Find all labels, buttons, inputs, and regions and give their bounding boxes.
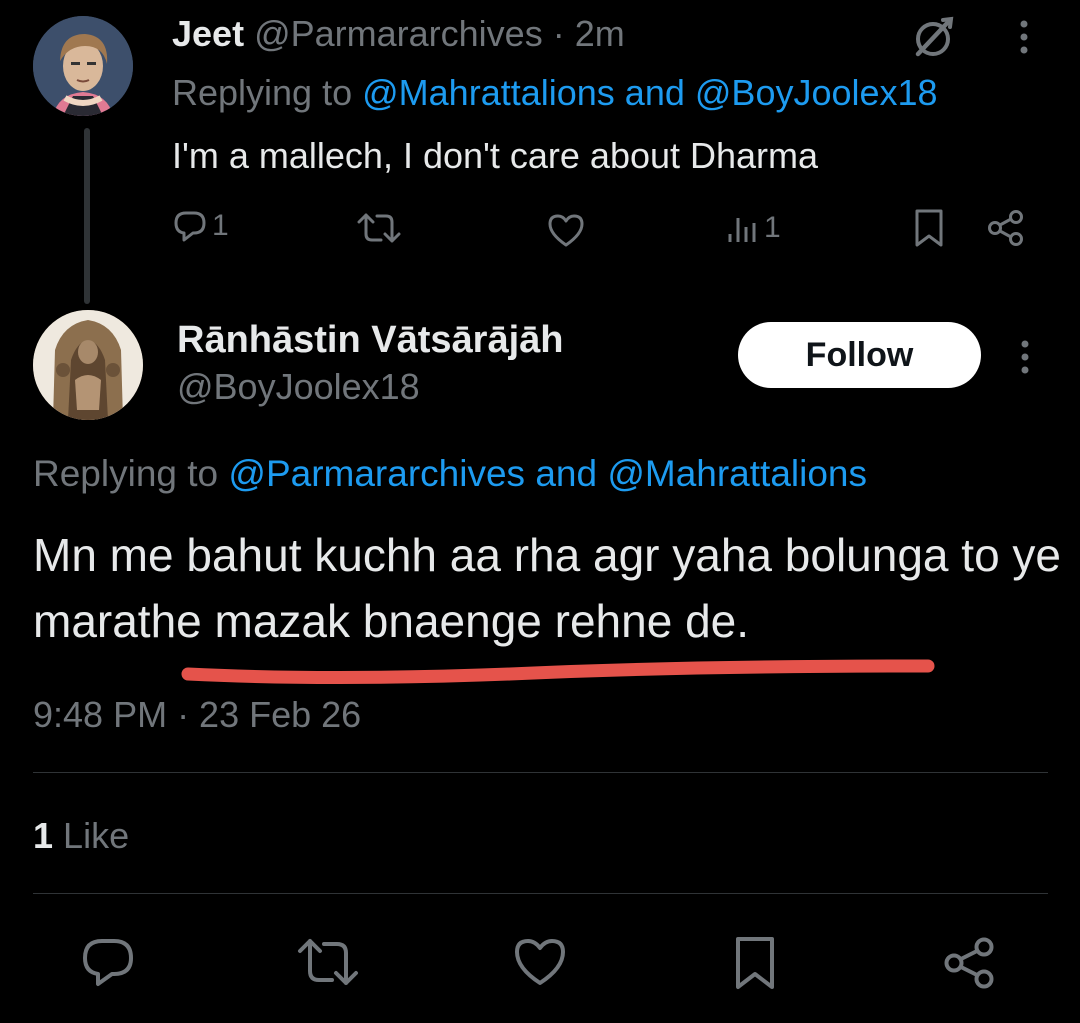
parent-share-button[interactable] bbox=[986, 208, 1026, 248]
main-tweet-text: Mn me bahut kuchh aa rha agr yaha bolung… bbox=[33, 529, 1062, 647]
reply-icon bbox=[83, 939, 133, 986]
like-count: 1 bbox=[33, 815, 54, 856]
share-icon bbox=[944, 937, 994, 989]
reply-icon bbox=[174, 211, 206, 242]
parent-bookmark-button[interactable] bbox=[912, 208, 946, 248]
main-avatar[interactable] bbox=[33, 310, 143, 420]
like-button[interactable] bbox=[512, 935, 568, 989]
divider bbox=[33, 772, 1048, 773]
main-author-name[interactable]: Rānhāstin Vātsārājāh bbox=[177, 316, 563, 364]
parent-header: Jeet @Parmararchives · 2m bbox=[172, 10, 625, 58]
more-icon[interactable] bbox=[1012, 18, 1036, 58]
parent-avatar[interactable] bbox=[33, 16, 133, 116]
mention-link[interactable]: @Mahrattalions bbox=[362, 72, 615, 113]
parent-like-button[interactable] bbox=[546, 212, 586, 248]
like-label: Like bbox=[63, 815, 130, 856]
retweet-icon bbox=[357, 213, 401, 243]
parent-retweet-button[interactable] bbox=[356, 210, 402, 246]
annotation-underline bbox=[180, 650, 940, 690]
parent-reply-button[interactable]: 1 bbox=[172, 208, 229, 244]
replying-prefix: Replying to bbox=[172, 72, 353, 113]
parent-tweet-text: I'm a mallech, I don't care about Dharma bbox=[172, 135, 819, 176]
likes-summary[interactable]: 1 Like bbox=[33, 813, 129, 859]
main-replying-to: Replying to @Parmararchives and @Mahratt… bbox=[33, 450, 867, 498]
mention-link[interactable]: @BoyJoolex18 bbox=[695, 72, 938, 113]
more-icon[interactable] bbox=[1013, 338, 1037, 378]
mention-link[interactable]: @Parmararchives bbox=[228, 453, 525, 494]
share-icon bbox=[988, 210, 1023, 246]
parent-author-name[interactable]: Jeet bbox=[172, 13, 244, 54]
parent-handle[interactable]: @Parmararchives bbox=[254, 13, 543, 54]
parent-time[interactable]: 2m bbox=[575, 13, 625, 54]
retweet-icon bbox=[298, 939, 358, 985]
share-button[interactable] bbox=[942, 935, 998, 991]
bookmark-icon bbox=[736, 937, 774, 989]
divider bbox=[33, 893, 1048, 894]
replying-and: and bbox=[535, 453, 598, 494]
parent-separator: · bbox=[552, 13, 565, 54]
view-count: 1 bbox=[764, 211, 781, 244]
bookmark-icon bbox=[915, 209, 943, 247]
thread-line bbox=[84, 128, 90, 304]
replying-prefix: Replying to bbox=[33, 453, 219, 494]
mention-link[interactable]: @Mahrattalions bbox=[607, 453, 867, 494]
retweet-button[interactable] bbox=[296, 935, 360, 989]
bookmark-button[interactable] bbox=[732, 935, 778, 991]
parent-views-button[interactable]: 1 bbox=[726, 210, 781, 246]
grok-icon[interactable] bbox=[910, 14, 956, 60]
like-icon bbox=[515, 939, 565, 985]
like-icon bbox=[548, 214, 584, 247]
replying-and: and bbox=[624, 72, 685, 113]
parent-replying-to: Replying to @Mahrattalions and @BoyJoole… bbox=[172, 70, 938, 116]
main-handle[interactable]: @BoyJoolex18 bbox=[177, 364, 420, 410]
reply-button[interactable] bbox=[80, 935, 136, 989]
tweet-timestamp[interactable]: 9:48 PM · 23 Feb 26 bbox=[33, 692, 361, 738]
reply-count: 1 bbox=[212, 209, 229, 242]
views-icon bbox=[728, 218, 756, 242]
follow-button[interactable]: Follow bbox=[738, 322, 981, 388]
